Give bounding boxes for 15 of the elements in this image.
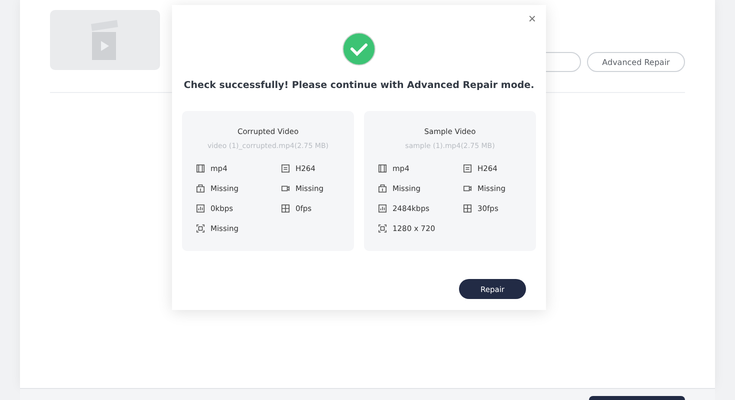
close-button[interactable]: × xyxy=(524,9,540,28)
status-message: Check successfully! Please continue with Advanced Repair mode. xyxy=(184,80,534,91)
camera-icon xyxy=(280,184,290,193)
success-check-icon xyxy=(342,32,376,66)
resolution-icon xyxy=(196,224,204,233)
frame-rate-icon xyxy=(462,204,472,213)
bitrate-icon xyxy=(196,204,204,213)
camera-icon xyxy=(462,184,472,193)
footer-button[interactable] xyxy=(589,396,685,400)
bitrate-icon xyxy=(378,204,386,213)
frame-rate-icon xyxy=(280,204,290,213)
film-icon xyxy=(196,164,204,173)
resolution-icon xyxy=(378,224,386,233)
film-icon xyxy=(378,164,386,173)
advanced-repair-button[interactable]: Advanced Repair xyxy=(587,52,685,72)
